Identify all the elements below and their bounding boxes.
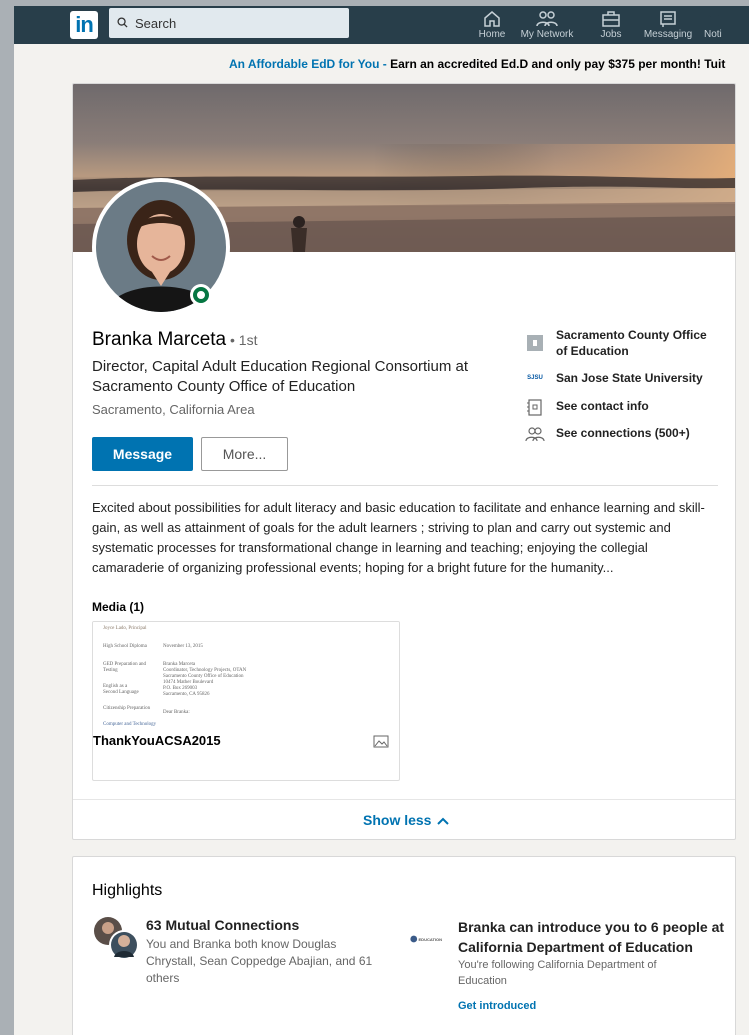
media-item[interactable]: Joyce Lado, Principal High School Diplom… <box>92 621 400 781</box>
company-name: Sacramento County Office of Education <box>556 328 707 358</box>
nav-jobs-label: Jobs <box>600 29 622 40</box>
profile-summary: Excited about possibilities for adult li… <box>92 500 705 575</box>
introduce-title[interactable]: Branka can introduce you to 6 people at … <box>458 917 728 957</box>
show-less-label: Show less <box>363 812 432 828</box>
mutual-connections-desc: You and Branka both know Douglas Chrysta… <box>146 937 373 985</box>
chevron-up-icon <box>437 817 450 826</box>
profile-card: Branka Marceta • 1st Director, Capital A… <box>72 83 736 840</box>
online-status-icon <box>190 284 212 306</box>
media-thumbnail: Joyce Lado, Principal High School Diplom… <box>93 622 399 730</box>
nav-messaging-label: Messaging <box>643 29 693 40</box>
school-name: San Jose State University <box>556 371 703 385</box>
messaging-icon <box>660 11 676 27</box>
linkedin-logo[interactable]: in <box>70 11 98 39</box>
top-nav: in Search Home My Network Jobs Messaging… <box>14 6 749 44</box>
search-icon <box>117 17 128 28</box>
promo-separator: - <box>379 57 391 71</box>
connection-degree: • 1st <box>226 332 258 348</box>
company-icon <box>527 335 543 351</box>
page: in Search Home My Network Jobs Messaging… <box>14 6 749 1035</box>
mutual-connections-avatars[interactable] <box>92 915 140 963</box>
jobs-icon <box>602 11 620 27</box>
divider <box>92 485 718 486</box>
contact-info-label: See contact info <box>556 399 649 413</box>
highlights-title: Highlights <box>92 882 163 899</box>
message-button[interactable]: Message <box>92 437 193 471</box>
nav-my-network[interactable]: My Network <box>514 10 580 40</box>
notifications-icon <box>708 14 720 26</box>
image-icon <box>373 735 389 748</box>
nav-messaging[interactable]: Messaging <box>638 10 698 40</box>
connections-icon <box>525 427 545 442</box>
search-input[interactable]: Search <box>109 8 349 38</box>
introduce-desc: You're following California Department o… <box>458 959 657 987</box>
profile-location: Sacramento, California Area <box>92 402 255 417</box>
promo-text: Earn an accredited Ed.D and only pay $37… <box>390 57 726 71</box>
media-label: Media (1) <box>92 600 145 614</box>
get-introduced-link[interactable]: Get introduced <box>458 1000 536 1012</box>
nav-my-network-label: My Network <box>520 29 574 40</box>
more-button[interactable]: More... <box>201 437 288 471</box>
show-less-button[interactable]: Show less <box>363 812 450 828</box>
nav-notifications[interactable]: Noti <box>704 10 744 40</box>
cde-logo-text: EDUCATION <box>418 936 442 942</box>
nav-home[interactable]: Home <box>474 10 510 40</box>
connections-label: See connections (500+) <box>556 426 690 440</box>
contact-card-icon <box>527 399 542 416</box>
profile-name: Branka Marceta • 1st <box>92 329 257 351</box>
profile-name-text: Branka Marceta <box>92 329 227 350</box>
highlights-card: Highlights 63 Mutual Connections You and… <box>72 856 736 1035</box>
show-less-bar: Show less <box>73 799 735 839</box>
promo-link[interactable]: An Affordable EdD for You <box>229 57 379 71</box>
nav-notifications-label: Noti <box>704 29 722 40</box>
mutual-connections-title[interactable]: 63 Mutual Connections <box>146 917 299 933</box>
nav-home-label: Home <box>478 29 506 40</box>
home-icon <box>484 11 500 27</box>
network-icon <box>536 11 558 27</box>
cde-logo: EDUCATION <box>410 932 442 946</box>
nav-jobs[interactable]: Jobs <box>594 10 628 40</box>
cde-globe-icon <box>410 935 418 943</box>
profile-headline: Director, Capital Adult Education Region… <box>92 358 469 395</box>
promo-banner[interactable]: An Affordable EdD for You - Earn an accr… <box>229 57 725 71</box>
search-placeholder: Search <box>135 16 177 31</box>
school-logo-icon: SJSU <box>527 375 543 381</box>
media-title: ThankYouACSA2015 <box>93 733 221 748</box>
